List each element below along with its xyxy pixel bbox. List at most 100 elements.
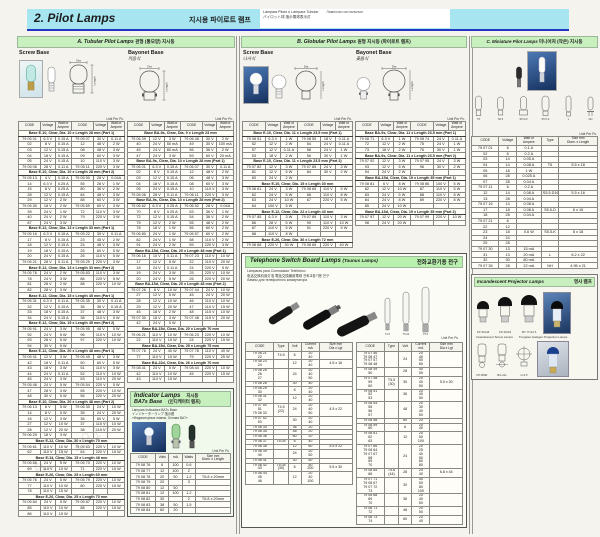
column-header: Voltage (433, 122, 448, 131)
miniature-lamp-photo (527, 51, 557, 91)
section-b-title: B. Globular Pilot Lamps (297, 39, 356, 45)
table-row: 79 08 23 241220 404.5 x 16 (246, 360, 353, 369)
column-header: CODE (472, 137, 499, 146)
table-row: 79 07 52 533020 40 (246, 416, 353, 425)
tubular-lamp-dimension-diagram: Dia Length (60, 58, 100, 98)
projector-diagram-row-2: KP-BMR BA-24s G-9.5 (474, 341, 595, 377)
indicator-lamp-photo (132, 422, 166, 452)
table-row: 79 08 25 26 272420 40 50 (246, 369, 353, 382)
unit-per-pc-label: Unit Per Pc. (212, 449, 230, 453)
telephone-lamps-figures: T4.5 T5.04 T5.5 Unit Per Pc. (245, 284, 463, 342)
projector-lamp-photo-2 (537, 341, 569, 377)
miniature-lamps-head: T6 S5.5 S5.5-D S5.5-K L NH Unit Per Pc. (471, 48, 598, 136)
mini-diagram-l: L (562, 94, 575, 122)
table-caption-row: Base BA-15d, Clear, Dia. 20 x Length 48 … (128, 248, 234, 254)
projector-caption: G-9.5 (514, 373, 534, 377)
column-header: Size mm Dia x Lgt (430, 342, 463, 351)
table-caption-row: Base E-12, Clear, Dia. 15 x Length 45 mm… (19, 321, 125, 327)
indicator-lamps-table: CODEVoltsmAWattsSize mm Diam. x Length 7… (130, 453, 231, 513)
column-header: Type (384, 342, 398, 351)
svg-text:NH: NH (589, 117, 593, 121)
svg-text:Length: Length (410, 81, 414, 91)
screw-base-label-korean: 나사식 (243, 56, 352, 62)
bayonet-base-panel-a: Bayonet Base 끼움식 Dia Length U (126, 48, 235, 518)
mini-diagram-nh: NH (584, 94, 597, 122)
indicator-lamps-figures: Unit Per Pc. (130, 421, 231, 453)
section-a-header: A. Tubular Pilot Lamps 관형 (통모양) 지시등 (17, 36, 235, 48)
unit-per-pc-label: Unit Per Pc. (334, 117, 352, 121)
telephone-tube-diagrams: T4.5 T5.04 T5.5 (377, 284, 447, 340)
screw-base-head-b: Screw Base 나사식 Dia Lengt (242, 49, 353, 121)
projector-lamps-title: Incandescent Projector Lamps (477, 279, 544, 284)
table-caption-row: Base E-12, Clear, Dia. 20 x Length 48 mm… (19, 349, 125, 355)
column-header: CODE (246, 342, 274, 351)
projector-caption: KP-30x48 (474, 330, 492, 334)
translation-spanish: Lámpara Piloto o Lámpara Tubular (263, 10, 318, 14)
column-header: Size mm Dia x Lgt (319, 342, 352, 351)
table-row: 79 07 58 59 60T5.5 (30)3020 40 505.5 x 3… (356, 376, 463, 389)
column-header: Volts (156, 454, 169, 463)
projector-caption: KP-39x52 (495, 330, 515, 334)
table-row: 79 08 31 321220 40 (246, 395, 353, 404)
miniature-lamp-diagrams: T6 S5.5 S5.5-D S5.5-K L NH (472, 94, 597, 122)
column-header: Size mm Diam. x Length (196, 454, 231, 463)
table-row: 79 08 42 43T5.04 (30)640 2005.5 x 30 (246, 463, 353, 472)
page-header: 2. Pilot Lamps 지시용 파이로트 램프 Lámpara Pilot… (27, 9, 569, 31)
column-header: CODE (297, 122, 320, 131)
telephone-lamps-table-left: CODETypeVoltCurrent mASize mm Dia x Lgt … (245, 342, 353, 485)
projector-lamps-title-korean: 영사 램프 (574, 279, 592, 285)
column-header: CODE (131, 454, 156, 463)
table-row: 79 08 51 52 533620 40 50 (356, 389, 463, 402)
projector-caption: KP-77x61.5 (518, 330, 540, 334)
translation-japanese: パイロット球 指示電球表示灯 (263, 15, 447, 20)
table-row: 79 08 73 746020 40 (356, 515, 463, 524)
svg-text:Dia: Dia (304, 64, 309, 68)
column-header: Voltage (499, 137, 516, 146)
projector-lamp-diagram-3 (518, 289, 540, 325)
column-header: CODE (356, 342, 384, 351)
screw-base-panel-b: Screw Base 나사식 Dia Lengt (241, 48, 354, 249)
table-caption-row: Base E-10, Clear, Dia. 10 x Length 28 mm… (19, 170, 125, 176)
section-a-tubular-pilot-lamps: A. Tubular Pilot Lamps 관형 (통모양) 지시등 Scre… (17, 36, 235, 518)
column-header: Voltage (320, 122, 335, 131)
table-caption-row: Base BA-9s, Clear, Dia. 10 x Length 28 m… (128, 198, 234, 204)
svg-text:T6: T6 (477, 117, 481, 121)
screw-base-head-a: Screw Base Dia Leng (18, 49, 125, 121)
section-a-title-korean: 관형 (통모양) 지시등 (135, 39, 174, 44)
telephone-lamps-title-paren: (Taunus Lamps) (342, 258, 377, 263)
projector-lamp-diagram-2 (495, 291, 515, 325)
table-row: 79 07 352822 mANH4.95 x 21 (472, 263, 598, 269)
table-caption-row: Base E-10, Clear, Dia. 11 x Length 23.5 … (243, 131, 353, 137)
svg-text:Length: Length (93, 76, 97, 86)
unit-per-pc-label: Unit Per Pc. (215, 117, 233, 121)
section-c-title: C. Miniature Pilot Lamps (486, 39, 537, 44)
table-caption-row: Base BA-9s, Clear, Dia. 11 x Length 23.5… (356, 131, 466, 137)
svg-text:Dia: Dia (392, 64, 397, 68)
column-header: Type (541, 137, 558, 146)
column-header: Voltage (265, 122, 280, 131)
table-row: 79 08 59 60620 40 (356, 423, 463, 432)
column-header: CODE (128, 122, 150, 131)
indicator-lamps-descriptions: Lámpara Indicadora BA7s Base インジケーターランプ … (130, 407, 231, 421)
table-row: 79 08 49 502840 50 (356, 368, 463, 377)
column-header: CODE (243, 122, 266, 131)
projector-type-labels: Incandescent Screw Lamps Tungsten Haloge… (476, 335, 595, 339)
table-caption-row: Base BA-15d, Clear, Dia. 19 x Length 35 … (356, 209, 466, 215)
globe-lamp-screw-illustration (271, 74, 287, 104)
table-row: 79 08 39 402420 50 (246, 449, 353, 458)
indicator-lamps-title-korean: 지시등 (186, 393, 198, 398)
projector-lamp-photo-1 (543, 292, 571, 334)
table-row: 86110 V15 W (19, 511, 125, 517)
table-row: 79 08 68 69 703620 40 50 (356, 494, 463, 507)
section-b-header: B. Globular Pilot Lamps 원형 지시등 (파이로트 램프) (241, 36, 467, 48)
mini-diagram-t6: T6 (472, 94, 485, 122)
svg-text:T4.5: T4.5 (385, 332, 391, 336)
table-caption-row: Base BA-15d, Clear, Dia. 20 x Length 70 … (128, 326, 234, 332)
unit-per-pc-label: Unit Per Pc. (447, 117, 465, 121)
telephone-lamps-title-korean: 전화교환기용 전구 (417, 258, 458, 266)
projector-caption: BA-24s (493, 373, 511, 377)
section-c-header: C. Miniature Pilot Lamps 미니어처 (작은) 지시등 (471, 36, 598, 48)
projector-lamp-diagram-1 (474, 295, 492, 325)
ba7s-lamp-illustration (144, 426, 154, 448)
table-caption-row: Base E-12, Clear, Dia. 13 x Length 33 mm… (19, 226, 125, 232)
